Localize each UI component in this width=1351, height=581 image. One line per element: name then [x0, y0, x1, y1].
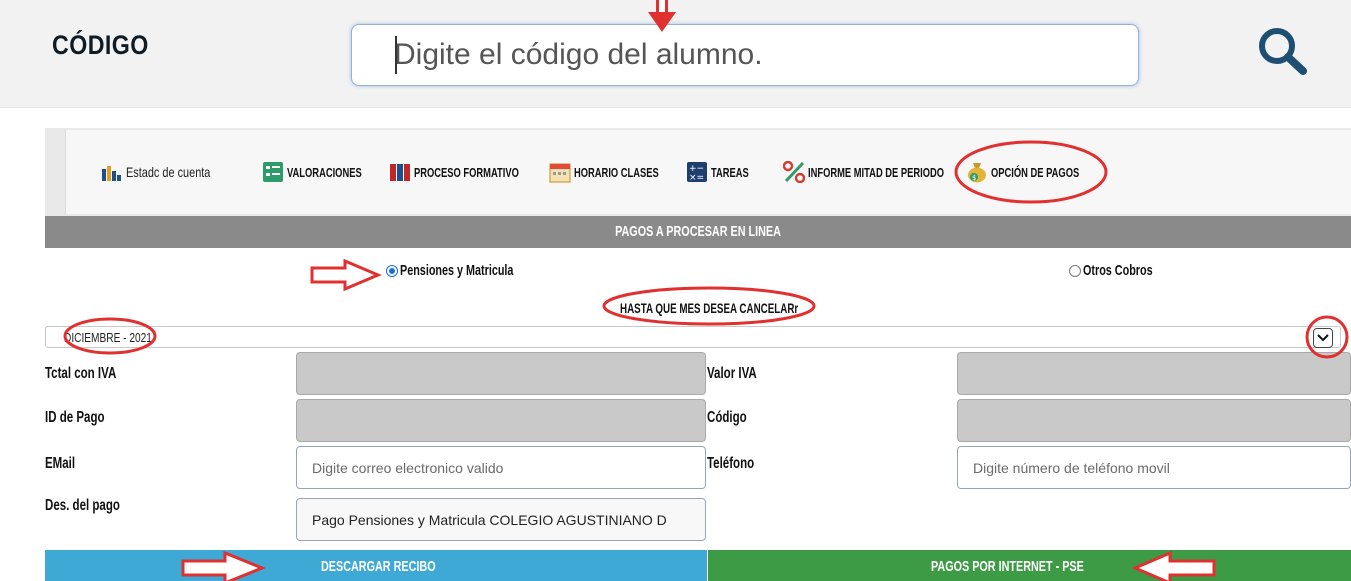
chevron-down-icon[interactable] — [1313, 328, 1333, 348]
codigo-field — [957, 399, 1351, 442]
search-icon[interactable] — [1253, 24, 1313, 76]
nav-item-label: HORARIO CLASES — [574, 164, 659, 180]
svg-text:×=: ×= — [689, 173, 704, 183]
month-select[interactable]: DICIEMBRE - 2021 — [45, 326, 1341, 348]
payments-header: PAGOS A PROCESAR EN LINEA — [45, 216, 1351, 248]
nav-item-valoraciones[interactable]: VALORACIONES — [262, 158, 391, 186]
id-pago-label: ID de Pago — [45, 409, 105, 426]
nav-item-label: PROCESO FORMATIVO — [414, 164, 519, 180]
pse-payment-label: PAGOS POR INTERNET - PSE — [931, 558, 1084, 575]
nav-item-estado-cuenta[interactable]: Estadc de cuenta — [101, 158, 234, 186]
nav-item-tareas[interactable]: +− ×= TAREAS — [686, 158, 763, 186]
telefono-field[interactable] — [958, 447, 1350, 488]
total-iva-label: Tctal con IVA — [45, 365, 117, 382]
nav-item-proceso-formativo[interactable]: PROCESO FORMATIVO — [389, 158, 560, 186]
email-label: EMail — [45, 455, 76, 472]
nav-item-label: Estadc de cuenta — [126, 164, 211, 180]
email-field[interactable] — [297, 447, 705, 488]
radio-label: Pensiones y Matricula — [400, 262, 514, 279]
pse-payment-button[interactable]: PAGOS POR INTERNET - PSE — [708, 550, 1351, 581]
descripcion-label: Des. del pago — [45, 497, 120, 514]
telefono-label: Teléfono — [707, 455, 755, 472]
calculator-icon: +− ×= — [687, 162, 707, 183]
nav-item-label: TAREAS — [711, 164, 749, 180]
svg-text:$: $ — [972, 174, 976, 182]
radio-unselected-icon — [1069, 264, 1081, 277]
nav-item-label: OPCIÓN DE PAGOS — [991, 164, 1080, 180]
descripcion-field-box — [296, 498, 706, 541]
id-pago-field — [296, 399, 706, 442]
student-code-input[interactable] — [351, 24, 1139, 86]
code-label: CÓDIGO — [52, 30, 149, 60]
radio-pensiones-matricula[interactable]: Pensiones y Matricula — [386, 262, 558, 279]
nav-item-opcion-pagos[interactable]: $ OPCIÓN DE PAGOS — [966, 158, 1114, 186]
month-question: HASTA QUE MES DESEA CANCELARr — [620, 300, 799, 316]
total-iva-field — [296, 352, 706, 395]
nav-item-label: VALORACIONES — [287, 164, 362, 180]
percent-icon — [783, 161, 805, 183]
text-cursor — [395, 36, 397, 74]
money-bag-icon: $ — [968, 163, 986, 183]
valor-iva-field — [957, 352, 1351, 395]
bar-chart-icon — [102, 166, 121, 181]
checklist-icon — [263, 162, 283, 182]
radio-otros-cobros[interactable]: Otros Cobros — [1069, 262, 1180, 279]
nav-item-horario-clases[interactable]: HORARIO CLASES — [549, 158, 692, 186]
valor-iva-label: Valor IVA — [707, 365, 757, 382]
download-receipt-button[interactable]: DESCARGAR RECIBO — [45, 550, 707, 581]
month-select-value: DICIEMBRE - 2021 — [64, 330, 152, 345]
codigo-label: Código — [707, 409, 747, 426]
books-icon — [390, 164, 410, 181]
download-receipt-label: DESCARGAR RECIBO — [321, 558, 436, 575]
payments-header-title: PAGOS A PROCESAR EN LINEA — [615, 223, 781, 240]
radio-label: Otros Cobros — [1083, 262, 1153, 279]
nav-item-label: INFORME MITAD DE PERIODO — [808, 164, 945, 180]
email-field-box — [296, 446, 706, 489]
nav-item-informe-mitad-periodo[interactable]: INFORME MITAD DE PERIODO — [783, 158, 997, 186]
radio-selected-icon — [386, 264, 398, 277]
descripcion-field[interactable] — [297, 499, 705, 540]
calendar-icon — [549, 163, 571, 183]
telefono-field-box — [957, 446, 1351, 489]
